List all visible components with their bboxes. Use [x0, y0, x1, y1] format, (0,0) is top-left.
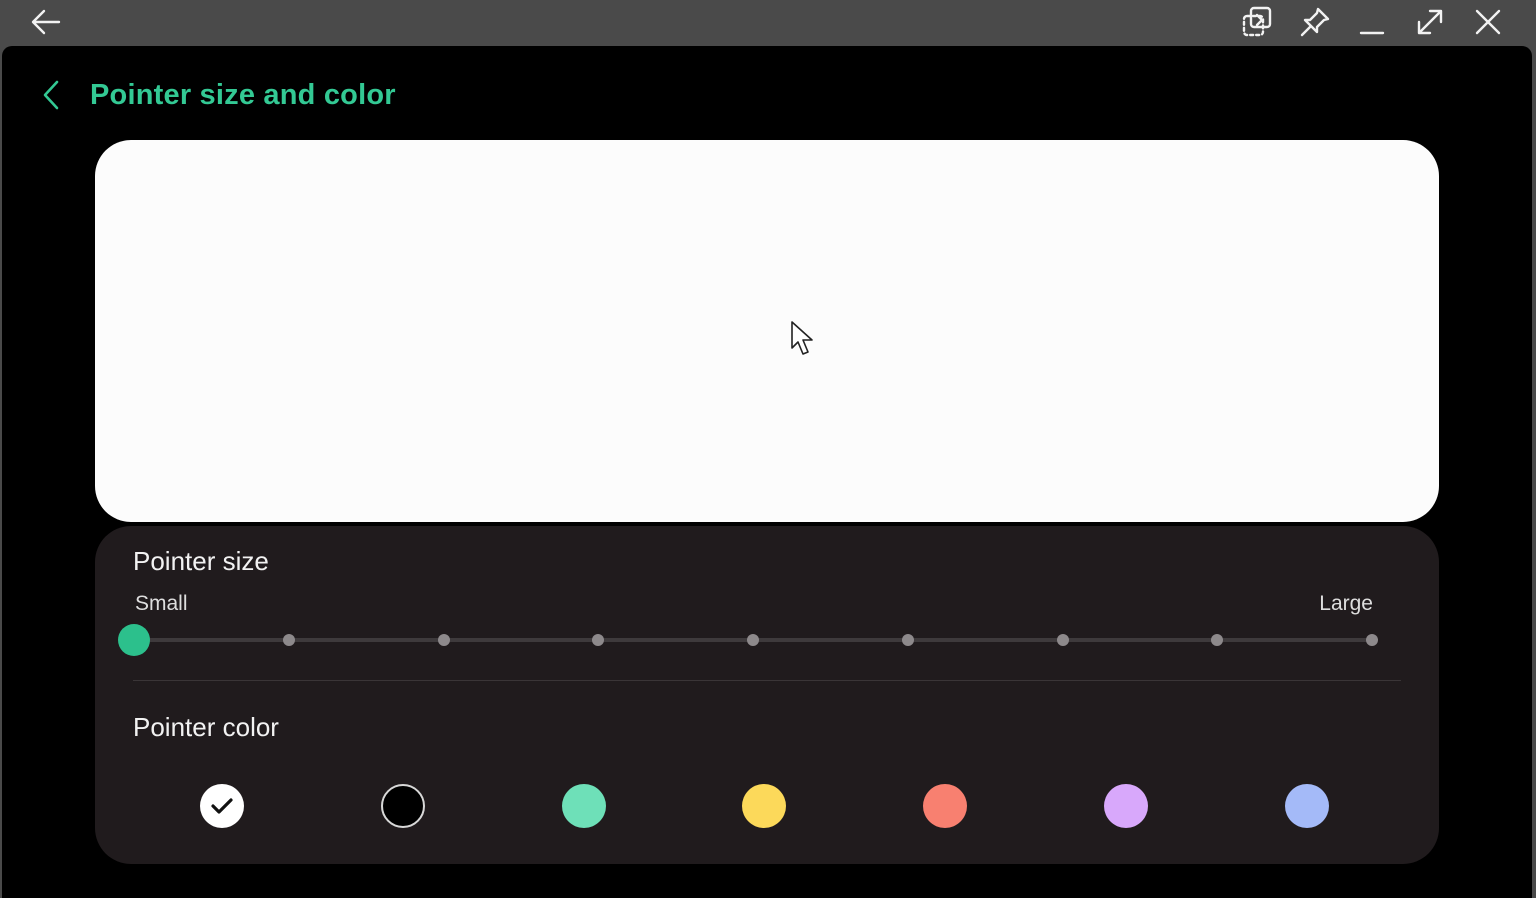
app-window: Pointer size and color Pointer size Smal…	[2, 46, 1532, 898]
pin-button[interactable]	[1297, 4, 1333, 40]
color-swatch-purple[interactable]	[1104, 784, 1148, 828]
slider-tick[interactable]	[1366, 634, 1378, 646]
section-divider	[133, 680, 1401, 681]
slider-tick[interactable]	[282, 634, 295, 646]
pointer-size-title: Pointer size	[133, 546, 269, 576]
screenshot-select-button[interactable]	[1239, 4, 1275, 40]
navigate-up-button[interactable]	[32, 76, 70, 114]
size-max-label: Large	[1319, 592, 1373, 615]
color-swatch-white[interactable]	[200, 784, 244, 828]
slider-tick[interactable]	[1211, 634, 1224, 646]
color-swatch-green[interactable]	[561, 784, 606, 828]
window-titlebar	[0, 0, 1536, 46]
minimize-icon	[1359, 31, 1385, 35]
slider-thumb[interactable]	[118, 624, 150, 656]
mouse-pointer-icon	[791, 321, 813, 355]
minimize-button[interactable]	[1354, 4, 1390, 40]
color-swatch-black[interactable]	[380, 784, 425, 828]
pin-icon	[1300, 7, 1330, 37]
pointer-size-slider[interactable]	[118, 622, 1378, 658]
pointer-color-title: Pointer color	[133, 712, 279, 742]
slider-tick[interactable]	[747, 634, 759, 646]
slider-tick[interactable]	[901, 634, 914, 646]
slider-tick[interactable]	[437, 634, 450, 646]
color-swatch-blue[interactable]	[1284, 784, 1329, 828]
page-title: Pointer size and color	[90, 79, 396, 111]
pointer-settings-card: Pointer size Small Large Pointer color	[95, 526, 1439, 864]
screenshot-select-icon	[1242, 6, 1272, 37]
pointer-preview-area	[95, 140, 1439, 522]
color-swatch-red[interactable]	[923, 784, 968, 828]
close-button[interactable]	[1470, 4, 1506, 40]
size-min-label: Small	[135, 592, 188, 615]
chevron-left-icon	[43, 80, 59, 110]
maximize-button[interactable]	[1412, 4, 1448, 40]
back-arrow-button[interactable]	[28, 4, 64, 40]
color-swatch-yellow[interactable]	[742, 784, 787, 828]
back-arrow-icon	[31, 9, 61, 35]
checkmark-icon	[211, 798, 233, 814]
maximize-icon	[1417, 9, 1443, 35]
slider-tick[interactable]	[592, 634, 605, 646]
slider-tick[interactable]	[1056, 634, 1069, 646]
close-icon	[1475, 9, 1501, 35]
